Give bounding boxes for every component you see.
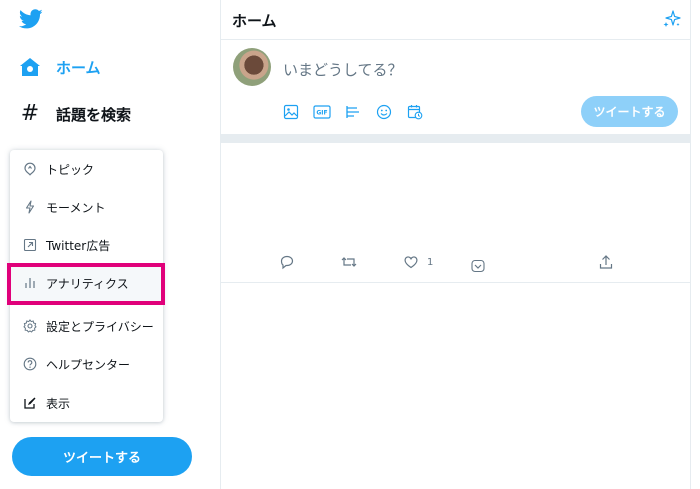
topic-icon — [23, 162, 37, 176]
menu-item-display[interactable]: 表示 — [10, 384, 163, 422]
emoji-icon[interactable] — [372, 101, 395, 123]
sparkle-icon[interactable] — [662, 9, 682, 29]
heart-icon — [404, 256, 418, 269]
nav-explore[interactable]: # 話題を検索 — [18, 99, 131, 129]
menu-item-label: トピック — [46, 162, 95, 177]
lightning-icon — [23, 200, 37, 214]
share-icon[interactable] — [598, 252, 614, 272]
menu-item-moments[interactable]: モーメント — [10, 188, 163, 226]
image-icon[interactable] — [279, 101, 302, 123]
home-icon — [18, 55, 42, 79]
sidebar-divider — [220, 0, 221, 489]
menu-item-settings[interactable]: 設定とプライバシー — [10, 307, 163, 345]
poll-icon[interactable] — [341, 101, 364, 123]
compose-tweet-button[interactable]: ツイートする — [581, 96, 678, 127]
nav-home[interactable]: ホーム — [18, 52, 101, 82]
reply-icon[interactable] — [279, 252, 295, 272]
edit-icon — [23, 396, 37, 410]
gif-label: GIF — [316, 110, 327, 117]
analytics-highlight-box — [7, 263, 165, 305]
timeline-header: ホーム — [221, 0, 690, 40]
menu-item-label: ヘルプセンター — [46, 357, 131, 372]
section-separator — [221, 134, 690, 143]
hashtag-icon: # — [20, 101, 40, 126]
tweet-divider — [221, 282, 690, 283]
timeline-right-border — [690, 0, 691, 489]
chevron-down-icon[interactable] — [470, 256, 486, 276]
help-icon — [23, 357, 37, 371]
compose-toolbar: GIF — [279, 101, 434, 123]
sidebar-tweet-button[interactable]: ツイートする — [12, 437, 192, 476]
like-button[interactable]: 1 — [403, 252, 433, 272]
schedule-icon[interactable] — [403, 101, 426, 123]
menu-item-label: Twitter広告 — [46, 238, 111, 253]
menu-item-help[interactable]: ヘルプセンター — [10, 345, 163, 383]
tweet-actions: 1 — [221, 252, 690, 273]
external-link-icon — [23, 238, 37, 252]
compose-input[interactable]: いまどうしてる？ — [283, 59, 403, 80]
like-count: 1 — [427, 256, 434, 268]
gear-icon — [23, 319, 37, 333]
menu-item-topics[interactable]: トピック — [10, 150, 163, 188]
nav-home-label: ホーム — [56, 58, 101, 77]
menu-item-label: モーメント — [46, 200, 106, 215]
menu-item-label: 設定とプライバシー — [46, 319, 154, 334]
avatar[interactable] — [233, 48, 271, 86]
menu-item-ads[interactable]: Twitter広告 — [10, 226, 163, 264]
page-title: ホーム — [232, 12, 277, 30]
gif-icon[interactable]: GIF — [310, 101, 333, 123]
twitter-bird-icon[interactable] — [19, 9, 43, 31]
nav-explore-label: 話題を検索 — [56, 105, 132, 124]
menu-item-label: 表示 — [46, 396, 71, 411]
retweet-icon[interactable] — [341, 252, 357, 272]
